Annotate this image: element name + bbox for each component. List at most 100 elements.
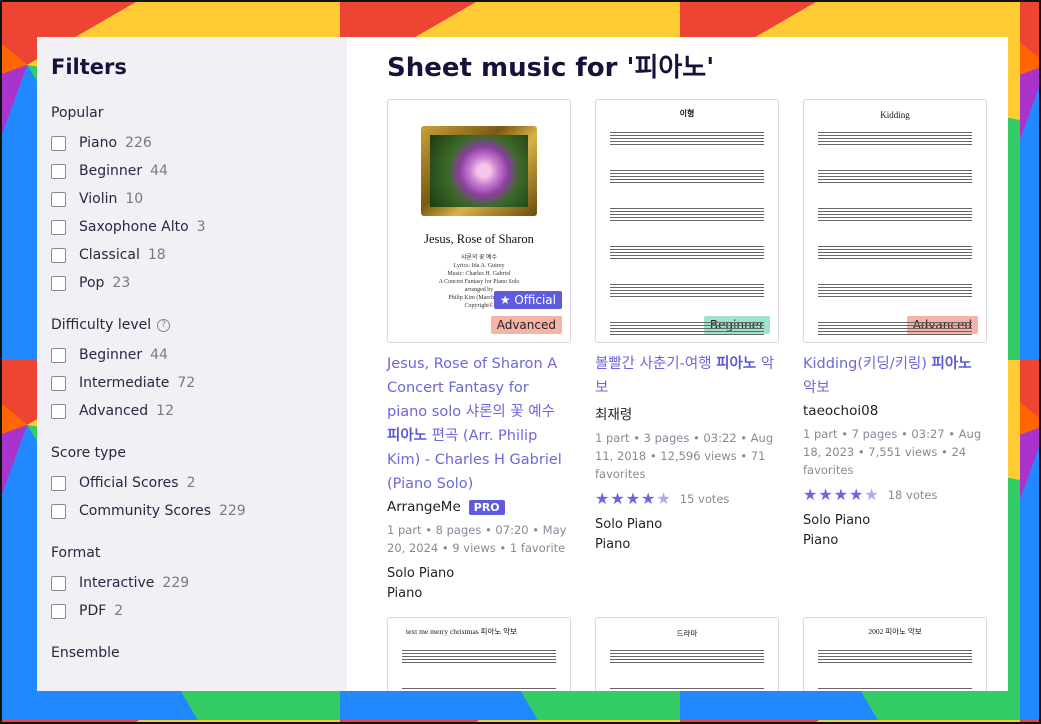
author-link[interactable]: 최재령: [595, 403, 632, 423]
rating-row: ★ ★ ★ ★ ★ 18 votes: [803, 485, 987, 504]
checkbox[interactable]: [51, 275, 66, 291]
staff-line: [610, 334, 764, 335]
filters-title: Filters: [51, 55, 127, 79]
staff-line: [818, 144, 972, 145]
option-label: Interactive: [79, 575, 155, 591]
filter-option-advanced[interactable]: Advanced 12: [51, 397, 333, 425]
score-title-link[interactable]: Jesus, Rose of Sharon A Concert Fantasy …: [387, 352, 571, 496]
staff-line: [402, 650, 556, 651]
instrument-label: Piano: [387, 586, 423, 601]
option-count: 10: [125, 191, 144, 207]
staff-line: [818, 217, 972, 218]
filter-option-classical[interactable]: Classical 18: [51, 241, 333, 269]
staff-line: [610, 287, 764, 288]
checkbox[interactable]: [51, 475, 66, 491]
checkbox[interactable]: [51, 135, 66, 151]
checkbox[interactable]: [51, 403, 66, 419]
score-card[interactable]: Jesus, Rose of Sharon 샤론의 꽃 예수 Lyrics: I…: [387, 99, 571, 604]
checkbox[interactable]: [51, 375, 66, 391]
score-card[interactable]: Kidding Advanced Kidding(키딩/키링) 피아노 악보 t…: [803, 99, 987, 551]
staff-line: [818, 179, 972, 180]
picture-frame-image: [421, 126, 537, 216]
staff-line: [818, 132, 972, 133]
option-count: 12: [156, 403, 174, 419]
group-title: Format: [51, 545, 101, 561]
score-thumbnail[interactable]: 이형 Beginner: [595, 99, 779, 343]
checkbox[interactable]: [51, 347, 66, 363]
staff-line: [610, 290, 764, 291]
filter-option-intermediate[interactable]: Intermediate 72: [51, 369, 333, 397]
staff-line: [610, 296, 764, 297]
score-title-text: Jesus, Rose of Sharon A Concert Fantasy …: [387, 356, 558, 420]
score-title-link[interactable]: Kidding(키딩/키링) 피아노 악보: [803, 352, 987, 400]
checkbox[interactable]: [51, 163, 66, 179]
thumbnail-credit-line: A Concert Fantasy for Piano Solo: [438, 279, 520, 285]
score-card[interactable]: 이형 Beginner 볼빨간 사춘기-여행 피아노 악보 최재령 1 part…: [595, 99, 779, 555]
score-thumbnail[interactable]: Jesus, Rose of Sharon 샤론의 꽃 예수 Lyrics: I…: [387, 99, 571, 343]
option-count: 18: [147, 247, 166, 263]
instrumentation: Solo Piano Piano: [387, 564, 571, 604]
option-label: Official Scores: [79, 475, 179, 491]
staff-line: [818, 688, 972, 689]
score-thumbnail[interactable]: Kidding Advanced: [803, 99, 987, 343]
staff-line: [610, 211, 764, 212]
staff-line: [818, 173, 972, 174]
half-star-icon: ★: [864, 485, 879, 504]
filter-option-interactive[interactable]: Interactive 229: [51, 569, 333, 597]
staff-line: [818, 255, 972, 256]
filter-option-saxophone-alto[interactable]: Saxophone Alto 3: [51, 213, 333, 241]
checkbox[interactable]: [51, 247, 66, 263]
score-title-text: 볼빨간 사춘기-여행: [595, 356, 717, 372]
checkbox[interactable]: [51, 191, 66, 207]
score-card[interactable]: 2002 피아노 악보: [803, 617, 987, 691]
filter-option-pop[interactable]: Pop 23: [51, 269, 333, 297]
filter-option-beginner[interactable]: Beginner 44: [51, 341, 333, 369]
staff-line: [610, 176, 764, 177]
votes-count: 15 votes: [679, 491, 730, 506]
staff-line: [818, 220, 972, 221]
filter-option-piano[interactable]: Piano 226: [51, 129, 333, 157]
checkbox[interactable]: [51, 503, 66, 519]
filter-option-official-scores[interactable]: Official Scores 2: [51, 469, 333, 497]
filter-option-violin[interactable]: Violin 10: [51, 185, 333, 213]
filter-option-community-scores[interactable]: Community Scores 229: [51, 497, 333, 525]
staff-line: [610, 182, 764, 183]
filter-group-difficulty: Difficulty level? Beginner 44 Intermediat…: [51, 317, 333, 425]
author-link[interactable]: taeochoi08: [803, 403, 878, 419]
help-icon[interactable]: ?: [157, 318, 171, 332]
score-title-highlight: 피아노: [387, 428, 428, 444]
score-thumbnail[interactable]: 드라마: [595, 617, 779, 691]
staff-line: [818, 249, 972, 250]
filter-group-score-type: Score type Official Scores 2 Community Sc…: [51, 445, 333, 525]
score-thumbnail[interactable]: 2002 피아노 악보: [803, 617, 987, 691]
author-row: taeochoi08: [803, 403, 987, 419]
star-icon: ★: [595, 489, 610, 508]
score-card[interactable]: 드라마: [595, 617, 779, 691]
option-label: Violin: [79, 191, 118, 207]
thumbnail-title: text me merry christmas 피아노 악보: [406, 627, 517, 636]
filter-option-beginner[interactable]: Beginner 44: [51, 157, 333, 185]
ensemble-label: Solo Piano: [387, 566, 455, 581]
score-title-highlight: 피아노: [931, 356, 972, 372]
option-label: Pop: [79, 275, 105, 291]
staff-line: [402, 656, 556, 657]
option-count: 2: [186, 475, 196, 491]
score-thumbnail[interactable]: text me merry christmas 피아노 악보: [387, 617, 571, 691]
checkbox[interactable]: [51, 575, 66, 591]
staff-line: [818, 246, 972, 247]
staff-line: [610, 252, 764, 253]
checkbox[interactable]: [51, 219, 66, 235]
checkbox[interactable]: [51, 603, 66, 619]
author-link[interactable]: ArrangeMe: [387, 499, 461, 515]
thumbnail-title: Kidding: [880, 110, 910, 120]
filter-option-pdf[interactable]: PDF 2: [51, 597, 333, 625]
score-title-link[interactable]: 볼빨간 사춘기-여행 피아노 악보: [595, 352, 779, 400]
staff-line: [610, 659, 764, 660]
score-card[interactable]: text me merry christmas 피아노 악보: [387, 617, 571, 691]
staff-line: [610, 328, 764, 329]
staff-line: [818, 293, 972, 294]
staff-line: [818, 296, 972, 297]
option-label: Community Scores: [79, 503, 211, 519]
thumbnail-credit-line: Music: Charles H. Gabriel: [447, 271, 511, 277]
staff-line: [610, 662, 764, 663]
